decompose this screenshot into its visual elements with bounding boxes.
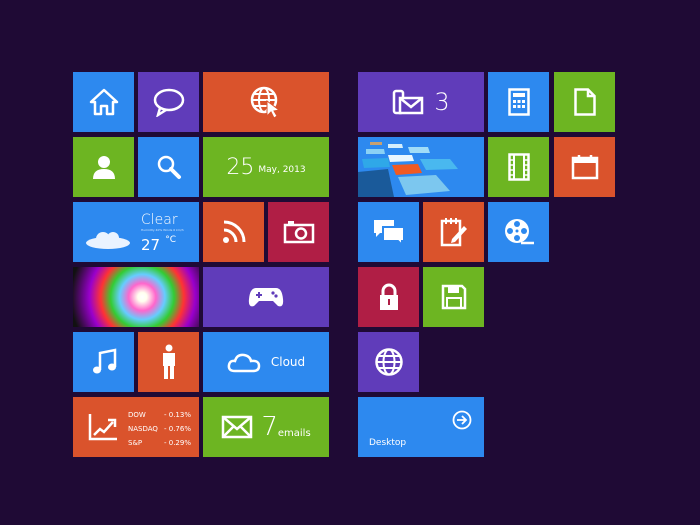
tile-home[interactable] xyxy=(73,72,134,132)
rss-icon xyxy=(222,220,245,243)
tile-desktop[interactable]: Desktop xyxy=(358,397,484,457)
cloud-icon xyxy=(227,353,261,373)
tile-lock[interactable] xyxy=(358,267,419,327)
document-icon xyxy=(573,88,596,116)
messages-count: 3 xyxy=(434,88,450,116)
home-icon xyxy=(89,88,118,116)
weather-details: Humidity 40% Winds 6 km/h xyxy=(141,228,184,232)
mail-count: 7 xyxy=(261,412,278,442)
weather-info: Clear Humidity 40% Winds 6 km/h 27 °C xyxy=(141,212,184,254)
calendar-icon xyxy=(571,155,598,180)
tile-user[interactable] xyxy=(73,137,134,197)
camera-icon xyxy=(283,221,314,244)
tile-film-reel[interactable] xyxy=(488,202,549,262)
mail-icon xyxy=(222,415,253,439)
user-icon xyxy=(92,156,115,179)
tile-camera[interactable] xyxy=(268,202,329,262)
date-day: 25 xyxy=(226,154,255,180)
cloud-icon xyxy=(86,232,130,249)
tile-games[interactable] xyxy=(203,267,329,327)
tiles-image xyxy=(358,142,458,197)
film-icon xyxy=(507,153,530,181)
tile-photo[interactable] xyxy=(73,267,199,327)
mail-label: emails xyxy=(277,427,311,439)
weather-unit: °C xyxy=(165,235,176,245)
tile-video[interactable] xyxy=(488,137,549,197)
tile-mail[interactable]: 7 emails xyxy=(203,397,329,457)
tile-globe[interactable] xyxy=(358,332,419,392)
stock-row: NASDAQ - 0.76% xyxy=(128,425,191,433)
tile-image[interactable] xyxy=(358,137,484,197)
save-icon xyxy=(441,284,466,310)
person-icon xyxy=(162,344,175,379)
chat-icon xyxy=(153,88,184,117)
tile-document[interactable] xyxy=(554,72,615,132)
notes-icon xyxy=(440,218,467,247)
tile-weather[interactable]: Clear Humidity 40% Winds 6 km/h 27 °C xyxy=(73,202,199,262)
tile-save[interactable] xyxy=(423,267,484,327)
tile-rss[interactable] xyxy=(203,202,264,262)
tile-stocks[interactable]: DOW - 0.13% NASDAQ - 0.76% S&P - 0.29% xyxy=(73,397,199,457)
stock-row: S&P - 0.29% xyxy=(128,439,191,447)
music-icon xyxy=(92,348,116,374)
tile-calendar[interactable] xyxy=(554,137,615,197)
tile-notes[interactable] xyxy=(423,202,484,262)
tile-calculator[interactable] xyxy=(488,72,549,132)
stock-row: DOW - 0.13% xyxy=(128,411,191,419)
calculator-icon xyxy=(507,88,530,116)
tile-messages[interactable]: 3 xyxy=(358,72,484,132)
chart-icon xyxy=(88,414,117,441)
date-month-year: May, 2013 xyxy=(258,165,306,175)
tile-conversations[interactable] xyxy=(358,202,419,262)
chat-bubbles-icon xyxy=(373,220,405,246)
tile-cloud[interactable]: Cloud xyxy=(203,332,329,392)
weather-condition: Clear xyxy=(141,212,178,228)
desktop-label: Desktop xyxy=(369,438,407,448)
gamepad-icon xyxy=(248,288,284,307)
arrow-right-icon xyxy=(452,410,472,430)
film-reel-icon xyxy=(504,219,534,245)
tile-browser[interactable] xyxy=(203,72,329,132)
tile-search[interactable] xyxy=(138,137,199,197)
tile-music[interactable] xyxy=(73,332,134,392)
tile-chat[interactable] xyxy=(138,72,199,132)
search-icon xyxy=(157,155,181,179)
browser-icon xyxy=(250,86,281,119)
cloud-label: Cloud xyxy=(270,355,306,369)
lock-icon xyxy=(379,283,398,310)
tile-person[interactable] xyxy=(138,332,199,392)
message-icon xyxy=(393,89,424,115)
tile-date[interactable]: 25 May, 2013 xyxy=(203,137,329,197)
globe-icon xyxy=(374,348,403,376)
stocks-list: DOW - 0.13% NASDAQ - 0.76% S&P - 0.29% xyxy=(128,408,191,450)
weather-temperature: 27 xyxy=(141,236,161,254)
